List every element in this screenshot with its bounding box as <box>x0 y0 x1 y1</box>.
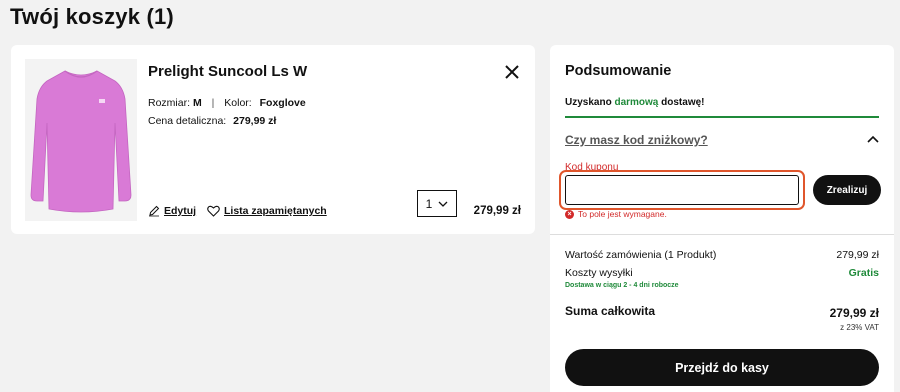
edit-item-label: Edytuj <box>164 205 197 217</box>
free-shipping-prefix: Uzyskano <box>565 97 615 108</box>
line-total-price: 279,99 zł <box>473 205 521 217</box>
page-title: Twój koszyk (1) <box>10 4 174 29</box>
cart-item-card: Prelight Suncool Ls W Rozmiar: M | Kolor… <box>11 45 535 234</box>
free-shipping-highlight: darmową <box>614 97 659 108</box>
order-value: 279,99 zł <box>836 249 879 261</box>
checkout-button[interactable]: Przejdź do kasy <box>565 349 879 386</box>
color-label: Kolor: <box>224 97 252 109</box>
size-value: M <box>192 97 202 109</box>
remove-item-close-icon[interactable] <box>503 63 521 81</box>
free-shipping-suffix: dostawę! <box>658 97 705 108</box>
discount-code-toggle[interactable]: Czy masz kod zniżkowy? <box>565 133 708 147</box>
shipping-cost-value: Gratis <box>848 267 879 279</box>
wishlist-label: Lista zapamiętanych <box>224 205 327 217</box>
redeem-coupon-button[interactable]: Zrealizuj <box>813 175 881 205</box>
coupon-error-text: To pole jest wymagane. <box>578 209 667 219</box>
summary-divider <box>550 234 894 235</box>
retail-price-label: Cena detaliczna: <box>148 115 227 127</box>
product-image[interactable] <box>25 59 137 221</box>
heart-icon <box>207 205 220 217</box>
edit-item-link[interactable]: Edytuj <box>148 205 196 217</box>
error-icon: × <box>565 209 574 219</box>
shipping-cost-label: Koszty wysyłki <box>565 267 633 279</box>
order-summary-card: Podsumowanie Uzyskano darmową dostawę! C… <box>550 45 894 392</box>
shirt-image <box>30 70 132 213</box>
free-shipping-message: Uzyskano darmową dostawę! <box>565 97 705 108</box>
coupon-error: × To pole jest wymagane. <box>565 209 667 219</box>
attr-separator: | <box>211 97 215 109</box>
coupon-code-input[interactable] <box>565 175 799 205</box>
free-shipping-progress-bar <box>565 116 879 118</box>
size-label: Rozmiar: <box>148 97 191 109</box>
size-color-line: Rozmiar: M | Kolor: Foxglove <box>148 97 306 109</box>
color-value: Foxglove <box>259 97 306 109</box>
chevron-down-icon <box>438 201 448 207</box>
quantity-value: 1 <box>425 196 433 211</box>
total-label: Suma całkowita <box>565 304 656 318</box>
product-name[interactable]: Prelight Suncool Ls W <box>148 63 307 80</box>
retail-price-line: Cena detaliczna: 279,99 zł <box>148 115 276 127</box>
summary-title: Podsumowanie <box>565 63 672 79</box>
chevron-up-icon[interactable] <box>867 135 879 143</box>
delivery-time-note: Dostawa w ciągu 2 - 4 dni robocze <box>565 282 679 289</box>
retail-price-value: 279,99 zł <box>233 115 277 127</box>
wishlist-link[interactable]: Lista zapamiętanych <box>207 205 327 217</box>
pencil-icon <box>149 205 160 217</box>
order-value-label: Wartość zamówienia (1 Produkt) <box>565 249 717 261</box>
total-value: 279,99 zł <box>829 306 879 320</box>
quantity-select[interactable]: 1 <box>417 190 457 217</box>
vat-note: z 23% VAT <box>840 323 879 332</box>
